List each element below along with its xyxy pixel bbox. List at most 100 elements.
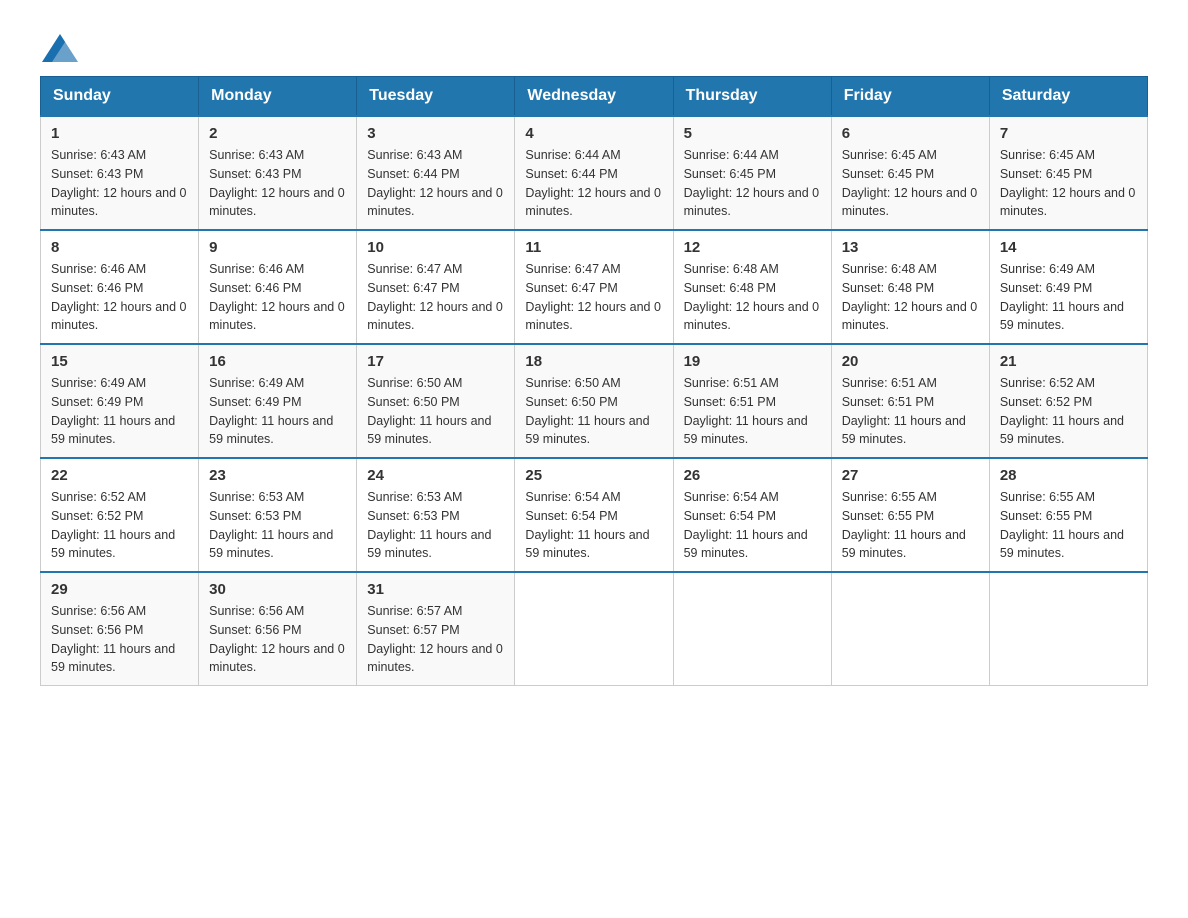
day-info: Sunrise: 6:47 AMSunset: 6:47 PMDaylight:… [525,262,661,332]
calendar-cell: 16 Sunrise: 6:49 AMSunset: 6:49 PMDaylig… [199,344,357,458]
day-number: 12 [684,239,821,256]
day-number: 29 [51,581,188,598]
day-number: 30 [209,581,346,598]
day-info: Sunrise: 6:45 AMSunset: 6:45 PMDaylight:… [1000,148,1136,218]
day-number: 7 [1000,125,1137,142]
calendar-cell: 13 Sunrise: 6:48 AMSunset: 6:48 PMDaylig… [831,230,989,344]
calendar-cell: 4 Sunrise: 6:44 AMSunset: 6:44 PMDayligh… [515,116,673,230]
day-info: Sunrise: 6:50 AMSunset: 6:50 PMDaylight:… [525,376,649,446]
day-info: Sunrise: 6:53 AMSunset: 6:53 PMDaylight:… [209,490,333,560]
week-row-1: 1 Sunrise: 6:43 AMSunset: 6:43 PMDayligh… [41,116,1148,230]
calendar-cell: 2 Sunrise: 6:43 AMSunset: 6:43 PMDayligh… [199,116,357,230]
day-number: 15 [51,353,188,370]
day-info: Sunrise: 6:45 AMSunset: 6:45 PMDaylight:… [842,148,978,218]
day-number: 13 [842,239,979,256]
calendar-cell: 11 Sunrise: 6:47 AMSunset: 6:47 PMDaylig… [515,230,673,344]
day-info: Sunrise: 6:44 AMSunset: 6:45 PMDaylight:… [684,148,820,218]
day-number: 28 [1000,467,1137,484]
day-info: Sunrise: 6:43 AMSunset: 6:43 PMDaylight:… [51,148,187,218]
calendar-cell: 5 Sunrise: 6:44 AMSunset: 6:45 PMDayligh… [673,116,831,230]
day-info: Sunrise: 6:51 AMSunset: 6:51 PMDaylight:… [842,376,966,446]
day-number: 19 [684,353,821,370]
day-number: 11 [525,239,662,256]
calendar-cell: 14 Sunrise: 6:49 AMSunset: 6:49 PMDaylig… [989,230,1147,344]
day-info: Sunrise: 6:49 AMSunset: 6:49 PMDaylight:… [209,376,333,446]
calendar-cell: 25 Sunrise: 6:54 AMSunset: 6:54 PMDaylig… [515,458,673,572]
calendar-cell: 3 Sunrise: 6:43 AMSunset: 6:44 PMDayligh… [357,116,515,230]
weekday-header-friday: Friday [831,77,989,117]
calendar-cell: 24 Sunrise: 6:53 AMSunset: 6:53 PMDaylig… [357,458,515,572]
day-info: Sunrise: 6:43 AMSunset: 6:43 PMDaylight:… [209,148,345,218]
day-number: 21 [1000,353,1137,370]
week-row-5: 29 Sunrise: 6:56 AMSunset: 6:56 PMDaylig… [41,572,1148,686]
day-info: Sunrise: 6:49 AMSunset: 6:49 PMDaylight:… [1000,262,1124,332]
page-header [40,30,1148,56]
day-number: 8 [51,239,188,256]
day-number: 27 [842,467,979,484]
calendar-cell: 6 Sunrise: 6:45 AMSunset: 6:45 PMDayligh… [831,116,989,230]
calendar-cell: 9 Sunrise: 6:46 AMSunset: 6:46 PMDayligh… [199,230,357,344]
day-info: Sunrise: 6:54 AMSunset: 6:54 PMDaylight:… [525,490,649,560]
day-number: 10 [367,239,504,256]
logo-triangle-icon [42,34,78,62]
day-number: 20 [842,353,979,370]
calendar-cell [515,572,673,686]
day-info: Sunrise: 6:53 AMSunset: 6:53 PMDaylight:… [367,490,491,560]
calendar-cell: 23 Sunrise: 6:53 AMSunset: 6:53 PMDaylig… [199,458,357,572]
calendar-cell [989,572,1147,686]
day-info: Sunrise: 6:55 AMSunset: 6:55 PMDaylight:… [842,490,966,560]
day-info: Sunrise: 6:48 AMSunset: 6:48 PMDaylight:… [842,262,978,332]
calendar-cell [673,572,831,686]
week-row-2: 8 Sunrise: 6:46 AMSunset: 6:46 PMDayligh… [41,230,1148,344]
day-info: Sunrise: 6:50 AMSunset: 6:50 PMDaylight:… [367,376,491,446]
week-row-3: 15 Sunrise: 6:49 AMSunset: 6:49 PMDaylig… [41,344,1148,458]
day-info: Sunrise: 6:49 AMSunset: 6:49 PMDaylight:… [51,376,175,446]
calendar-cell: 21 Sunrise: 6:52 AMSunset: 6:52 PMDaylig… [989,344,1147,458]
day-info: Sunrise: 6:54 AMSunset: 6:54 PMDaylight:… [684,490,808,560]
calendar-cell: 22 Sunrise: 6:52 AMSunset: 6:52 PMDaylig… [41,458,199,572]
day-number: 23 [209,467,346,484]
calendar-cell: 28 Sunrise: 6:55 AMSunset: 6:55 PMDaylig… [989,458,1147,572]
calendar-cell: 19 Sunrise: 6:51 AMSunset: 6:51 PMDaylig… [673,344,831,458]
week-row-4: 22 Sunrise: 6:52 AMSunset: 6:52 PMDaylig… [41,458,1148,572]
weekday-header-monday: Monday [199,77,357,117]
calendar-cell: 27 Sunrise: 6:55 AMSunset: 6:55 PMDaylig… [831,458,989,572]
weekday-header-sunday: Sunday [41,77,199,117]
day-info: Sunrise: 6:44 AMSunset: 6:44 PMDaylight:… [525,148,661,218]
day-number: 26 [684,467,821,484]
day-number: 5 [684,125,821,142]
day-number: 3 [367,125,504,142]
day-info: Sunrise: 6:52 AMSunset: 6:52 PMDaylight:… [1000,376,1124,446]
weekday-header-wednesday: Wednesday [515,77,673,117]
day-info: Sunrise: 6:57 AMSunset: 6:57 PMDaylight:… [367,604,503,674]
day-number: 24 [367,467,504,484]
day-number: 16 [209,353,346,370]
weekday-header-row: SundayMondayTuesdayWednesdayThursdayFrid… [41,77,1148,117]
day-number: 4 [525,125,662,142]
weekday-header-tuesday: Tuesday [357,77,515,117]
day-info: Sunrise: 6:46 AMSunset: 6:46 PMDaylight:… [51,262,187,332]
day-number: 25 [525,467,662,484]
calendar-cell: 1 Sunrise: 6:43 AMSunset: 6:43 PMDayligh… [41,116,199,230]
day-number: 9 [209,239,346,256]
calendar-cell: 31 Sunrise: 6:57 AMSunset: 6:57 PMDaylig… [357,572,515,686]
day-number: 1 [51,125,188,142]
calendar-cell: 8 Sunrise: 6:46 AMSunset: 6:46 PMDayligh… [41,230,199,344]
logo [40,30,78,56]
day-info: Sunrise: 6:46 AMSunset: 6:46 PMDaylight:… [209,262,345,332]
day-number: 22 [51,467,188,484]
calendar-cell: 20 Sunrise: 6:51 AMSunset: 6:51 PMDaylig… [831,344,989,458]
day-info: Sunrise: 6:52 AMSunset: 6:52 PMDaylight:… [51,490,175,560]
day-number: 6 [842,125,979,142]
calendar-cell: 12 Sunrise: 6:48 AMSunset: 6:48 PMDaylig… [673,230,831,344]
day-info: Sunrise: 6:48 AMSunset: 6:48 PMDaylight:… [684,262,820,332]
calendar-cell: 18 Sunrise: 6:50 AMSunset: 6:50 PMDaylig… [515,344,673,458]
day-number: 18 [525,353,662,370]
calendar-cell: 26 Sunrise: 6:54 AMSunset: 6:54 PMDaylig… [673,458,831,572]
calendar-cell [831,572,989,686]
day-number: 17 [367,353,504,370]
day-info: Sunrise: 6:56 AMSunset: 6:56 PMDaylight:… [51,604,175,674]
day-number: 14 [1000,239,1137,256]
calendar-cell: 15 Sunrise: 6:49 AMSunset: 6:49 PMDaylig… [41,344,199,458]
calendar-cell: 10 Sunrise: 6:47 AMSunset: 6:47 PMDaylig… [357,230,515,344]
